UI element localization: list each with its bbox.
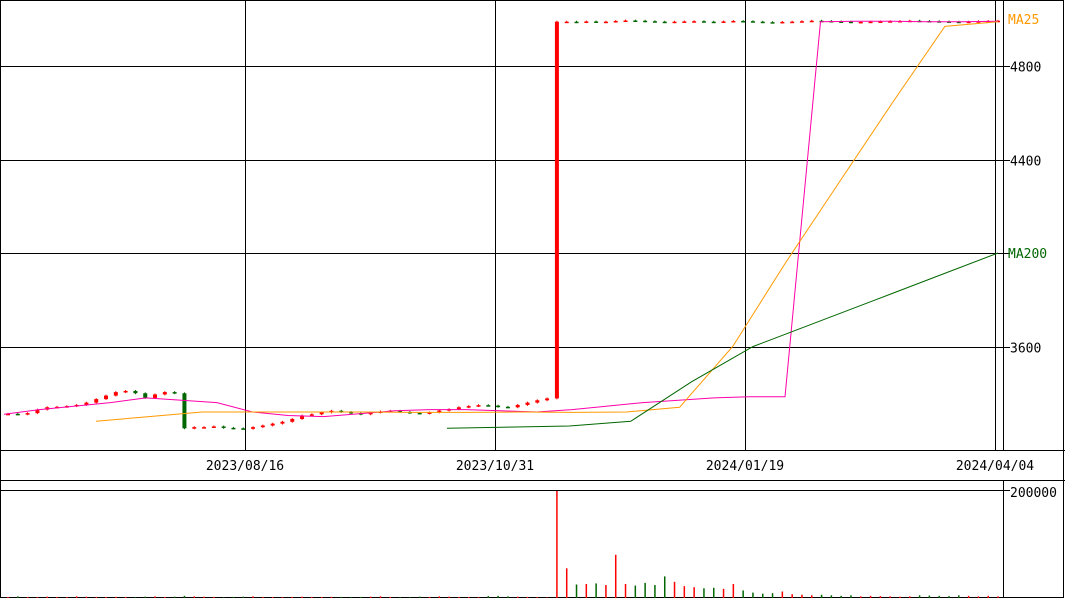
candle-body	[594, 21, 599, 23]
candle-body	[760, 21, 765, 24]
candle-body	[633, 20, 638, 23]
legend-label: MA25	[1008, 13, 1039, 28]
candle-body	[280, 421, 285, 424]
candle-body	[94, 399, 99, 403]
candle-body	[505, 406, 510, 409]
price-tick-label: 4800	[1010, 61, 1041, 76]
date-tick-label: 2023/08/16	[206, 459, 284, 474]
candle-body	[848, 21, 853, 24]
candle-body	[231, 427, 236, 430]
ma-line-1	[3, 20, 999, 418]
candle-body	[15, 413, 20, 416]
candle-body	[780, 21, 785, 24]
price-tick-label: 3600	[1010, 342, 1041, 357]
candle-body	[202, 427, 207, 429]
candle-body	[25, 413, 30, 415]
candle-body	[192, 427, 197, 429]
candle-body	[564, 21, 569, 24]
candle-body	[162, 392, 167, 395]
candle-body	[417, 412, 422, 415]
candle-body	[770, 22, 775, 24]
candle-body	[496, 405, 501, 408]
candle-body	[290, 418, 295, 422]
candle-body	[721, 21, 726, 23]
candle-body	[535, 400, 540, 403]
candle-body	[701, 21, 706, 23]
candle-body	[486, 405, 491, 407]
candle-body	[172, 392, 177, 394]
candle-body	[711, 21, 716, 24]
candle-body	[643, 20, 648, 23]
candle-body	[143, 393, 148, 398]
candle-body	[476, 405, 481, 407]
candle-body	[525, 402, 530, 405]
ma-line-3	[446, 252, 999, 429]
candle-body	[251, 427, 256, 429]
candle-body	[104, 395, 109, 400]
candle-body	[790, 21, 795, 24]
candle-body	[466, 406, 471, 408]
candle-body	[623, 20, 628, 23]
legend-label: MA200	[1008, 247, 1047, 262]
candle-body	[309, 414, 314, 416]
volume-panel: 200000	[0, 480, 1057, 598]
candle-body	[270, 423, 275, 426]
date-tick-label: 2024/01/19	[706, 459, 784, 474]
candle-body	[211, 426, 216, 428]
candle-body	[652, 21, 657, 23]
candle-body	[613, 20, 618, 23]
candle-body	[545, 398, 550, 401]
candle-body	[662, 21, 667, 24]
candle-body	[741, 20, 746, 23]
ma-line-2	[95, 21, 999, 422]
stock-chart: 4800 4400 3600 2023/08/16 2023/10/31 2024/01/…	[0, 0, 1065, 598]
price-tick-label: 4400	[1010, 155, 1041, 170]
candle-body	[672, 21, 677, 24]
candle-body	[241, 428, 246, 430]
candle-body	[809, 20, 814, 23]
candle-body	[221, 426, 226, 428]
candle-body	[260, 425, 265, 428]
candle-body	[113, 392, 118, 396]
candle-body	[750, 21, 755, 23]
candle-body	[682, 21, 687, 23]
candle-body	[319, 412, 324, 415]
candle-body	[603, 21, 608, 24]
candle-body	[868, 21, 873, 24]
candle-body	[692, 21, 697, 23]
candle-body	[182, 393, 187, 429]
candle-body	[456, 407, 461, 410]
candle-body	[574, 21, 579, 24]
candle-body	[123, 390, 128, 393]
candle-body	[133, 390, 138, 394]
chart-frame	[0, 0, 1064, 598]
date-tick-label: 2024/04/04	[956, 459, 1034, 474]
date-tick-label: 2023/10/31	[456, 459, 534, 474]
candle-body	[515, 404, 520, 408]
candle-body	[858, 21, 863, 24]
price-panel: 4800 4400 3600 2023/08/16 2023/10/31 2024/01/…	[0, 0, 1065, 598]
candle-body	[153, 394, 158, 398]
candle-body	[554, 21, 559, 399]
candle-body	[584, 21, 589, 23]
candle-body	[799, 21, 804, 23]
candle-body	[731, 20, 736, 23]
volume-tick-label: 200000	[1010, 486, 1057, 501]
